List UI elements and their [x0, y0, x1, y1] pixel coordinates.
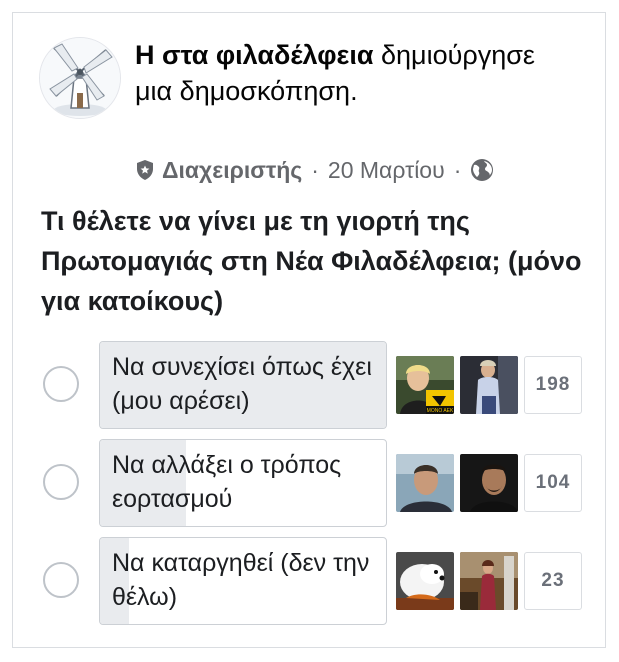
author-name-link[interactable]: Η στα φιλαδέλφεια	[135, 40, 373, 70]
voter-avatar[interactable]	[396, 552, 454, 610]
post-meta: Διαχειριστής · 20 Μαρτίου ·	[135, 153, 494, 187]
option-radio[interactable]	[43, 562, 79, 598]
option-button[interactable]: Να συνεχίσει όπως έχει (μου αρέσει)	[99, 341, 387, 429]
option-label: Να αλλάξει ο τρόπος εορτασμού	[112, 451, 342, 513]
vote-count-button[interactable]: 23	[524, 552, 582, 610]
option-label: Να συνεχίσει όπως έχει (μου αρέσει)	[112, 353, 372, 415]
page-avatar[interactable]	[39, 37, 121, 119]
poll-question: Τι θέλετε να γίνει με τη γιορτή της Πρωτ…	[41, 206, 582, 316]
option-button[interactable]: Να καταργηθεί (δεν την θέλω)	[99, 537, 387, 625]
post-title: Η στα φιλαδέλφεια δημιούργησε μια δημοσκ…	[135, 37, 575, 109]
voter-avatar[interactable]: ΜΟΝΟ ΑΕΚ	[396, 356, 454, 414]
meta-separator: ·	[453, 156, 462, 183]
voter-avatar[interactable]	[396, 454, 454, 512]
poll-option: Να καταργηθεί (δεν την θέλω) 23	[13, 537, 607, 627]
option-label: Να καταργηθεί (δεν την θέλω)	[112, 549, 370, 611]
admin-role-label: Διαχειριστής	[162, 156, 303, 183]
option-radio[interactable]	[43, 366, 79, 402]
voter-avatar[interactable]	[460, 552, 518, 610]
admin-shield-icon	[135, 159, 155, 181]
vote-count-button[interactable]: 104	[524, 454, 582, 512]
voter-avatar[interactable]	[460, 356, 518, 414]
meta-separator: ·	[311, 156, 319, 183]
poll-option: Να αλλάξει ο τρόπος εορτασμού 104	[13, 439, 607, 529]
post-date-link[interactable]: 20 Μαρτίου	[328, 157, 445, 184]
voter-thumb-badge: ΜΟΝΟ ΑΕΚ	[427, 408, 454, 414]
option-radio[interactable]	[43, 464, 79, 500]
option-button[interactable]: Να αλλάξει ο τρόπος εορτασμού	[99, 439, 387, 527]
globe-icon[interactable]	[470, 158, 494, 182]
windmill-logo	[40, 38, 120, 118]
poll-post-card: Η στα φιλαδέλφεια δημιούργησε μια δημοσκ…	[12, 12, 606, 648]
poll-option: Να συνεχίσει όπως έχει (μου αρέσει) ΜΟΝΟ…	[13, 341, 607, 431]
vote-count-button[interactable]: 198	[524, 356, 582, 414]
voter-avatar[interactable]	[460, 454, 518, 512]
